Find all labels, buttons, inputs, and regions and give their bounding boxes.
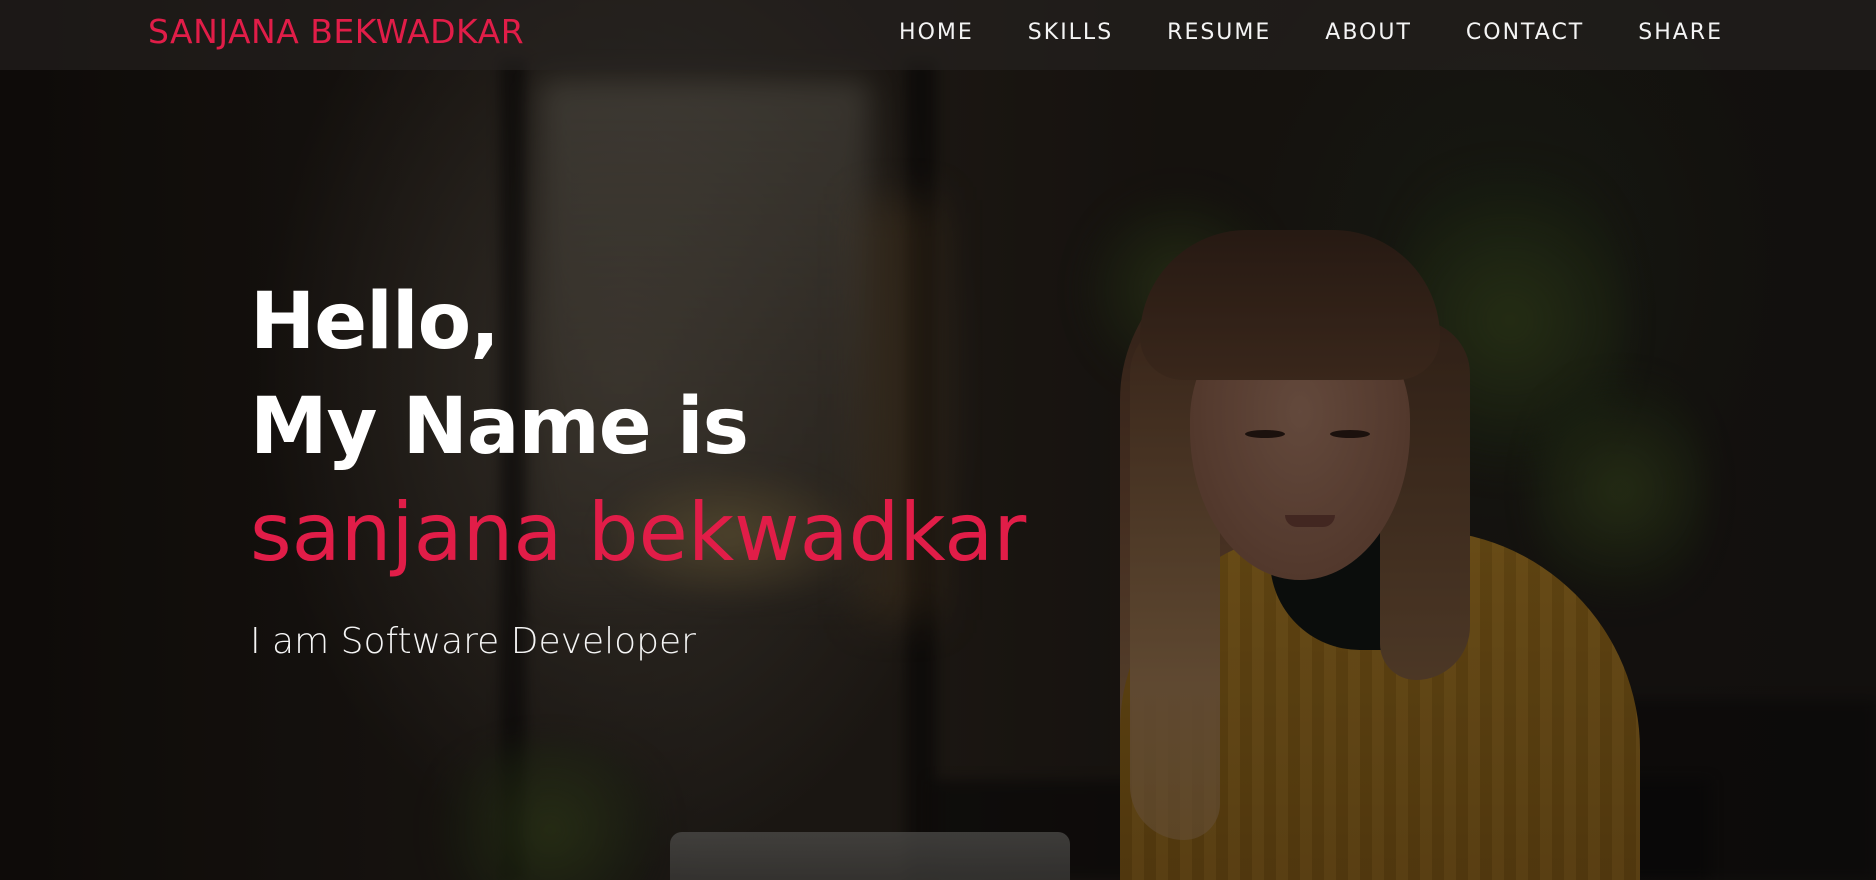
hero-role: I am Software Developer (250, 621, 696, 662)
nav-item-contact: CONTACT (1466, 20, 1584, 45)
nav-item-resume: RESUME (1167, 20, 1271, 45)
nav-link-about[interactable]: ABOUT (1325, 20, 1412, 45)
nav-item-share: SHARE (1638, 20, 1723, 45)
nav-link-share[interactable]: SHARE (1638, 20, 1723, 45)
hero-name: sanjana bekwadkar (250, 486, 1027, 579)
hero-greeting: Hello, (250, 277, 500, 367)
brand-logo-link[interactable]: SANJANA BEKWADKAR (148, 12, 524, 52)
nav-menu: HOME SKILLS RESUME ABOUT CONTACT SHARE (899, 0, 1723, 64)
top-navbar: SANJANA BEKWADKAR HOME SKILLS RESUME ABO… (0, 0, 1876, 70)
hero-intro-line: My Name is (250, 382, 749, 472)
nav-link-resume[interactable]: RESUME (1167, 20, 1271, 45)
nav-item-skills: SKILLS (1028, 20, 1113, 45)
hero-intro: Hello, My Name is sanjana bekwadkar I am… (250, 270, 1026, 664)
nav-item-about: ABOUT (1325, 20, 1412, 45)
nav-link-home[interactable]: HOME (899, 20, 974, 45)
nav-link-skills[interactable]: SKILLS (1028, 20, 1113, 45)
nav-item-home: HOME (899, 20, 974, 45)
nav-link-contact[interactable]: CONTACT (1466, 20, 1584, 45)
